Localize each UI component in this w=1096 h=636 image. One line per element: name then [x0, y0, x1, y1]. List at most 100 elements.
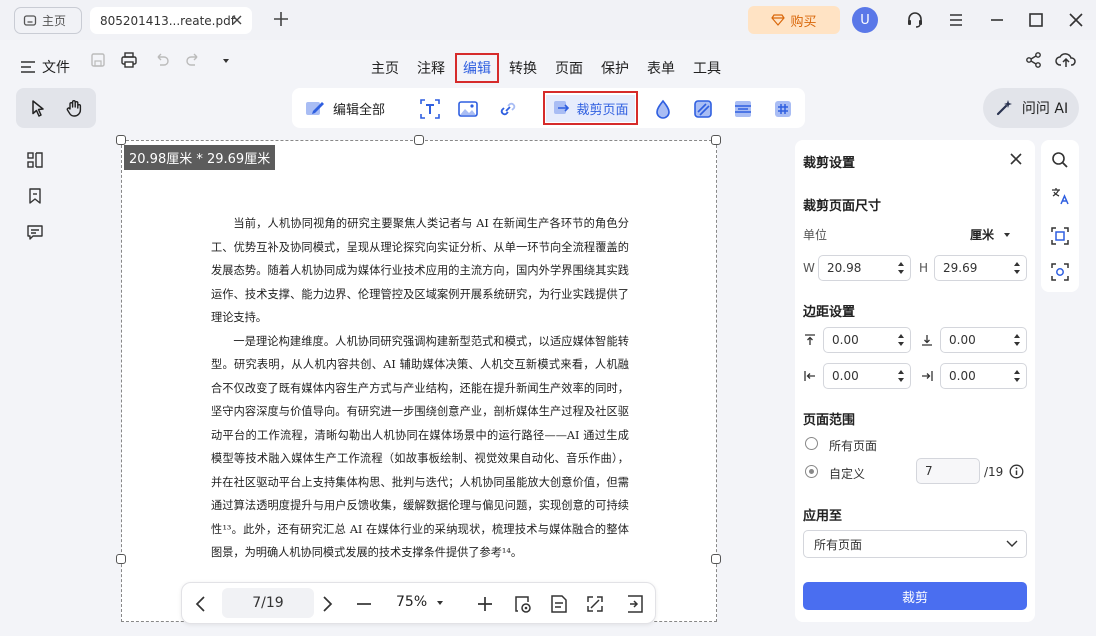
- previous-page-icon[interactable]: [190, 593, 212, 615]
- margin-left-input[interactable]: 0.00: [823, 363, 911, 389]
- crop-settings-panel: 裁剪设置 裁剪页面尺寸 单位 厘米 W 20.98 H 29.69 边距设置 0…: [795, 140, 1035, 622]
- select-arrow-icon[interactable]: [28, 98, 48, 118]
- custom-range-input[interactable]: 7: [916, 458, 980, 484]
- page-layout-icon[interactable]: [548, 593, 570, 615]
- custom-range-radio[interactable]: [805, 465, 818, 478]
- pointer-toolbar: [16, 88, 96, 128]
- margin-right-icon: [920, 369, 934, 383]
- tab-home[interactable]: 主页: [14, 7, 82, 34]
- avatar[interactable]: U: [852, 7, 878, 33]
- margin-left-stepper-icon[interactable]: [897, 368, 905, 384]
- maximize-icon[interactable]: [1026, 10, 1046, 30]
- margin-heading: 边距设置: [803, 305, 856, 320]
- undo-icon[interactable]: [152, 50, 174, 72]
- close-tab-icon[interactable]: [230, 13, 244, 27]
- next-page-icon[interactable]: [316, 593, 338, 615]
- panel-title: 裁剪设置: [803, 156, 856, 171]
- menu-item-5[interactable]: 保护: [593, 53, 637, 83]
- crop-handle-top-left[interactable]: [116, 135, 126, 145]
- width-input[interactable]: 20.98: [818, 255, 911, 281]
- crop-handle-top[interactable]: [414, 135, 424, 145]
- header-footer-icon[interactable]: [732, 98, 754, 120]
- menu-item-4[interactable]: 页面: [547, 53, 591, 83]
- zoom-select[interactable]: 75%: [396, 594, 445, 610]
- translate-icon[interactable]: [1050, 186, 1070, 206]
- add-link-icon[interactable]: [497, 98, 519, 120]
- height-input[interactable]: 29.69: [934, 255, 1027, 281]
- edit-all-label: 编辑全部: [333, 102, 386, 118]
- cloud-upload-icon[interactable]: [1055, 50, 1077, 72]
- new-tab-icon[interactable]: [272, 10, 290, 28]
- headset-icon[interactable]: [905, 10, 925, 30]
- menu-item-6[interactable]: 表单: [639, 53, 683, 83]
- custom-range-value: 7: [925, 464, 933, 478]
- margin-right-stepper-icon[interactable]: [1013, 368, 1021, 384]
- home-icon: [23, 14, 37, 28]
- crop-handle-top-right[interactable]: [711, 135, 721, 145]
- zoom-in-icon[interactable]: [474, 593, 496, 615]
- menu-item-3[interactable]: 转换: [501, 53, 545, 83]
- bookmark-icon[interactable]: [25, 186, 45, 206]
- edit-all-button[interactable]: 编辑全部: [304, 98, 385, 118]
- margin-left-icon: [803, 369, 817, 383]
- hamburger-icon[interactable]: [946, 10, 966, 30]
- crop-page-button[interactable]: 裁剪页面: [543, 91, 638, 125]
- margin-bottom-input[interactable]: 0.00: [940, 327, 1027, 353]
- minimize-icon[interactable]: [987, 10, 1007, 30]
- add-text-icon[interactable]: [419, 98, 441, 120]
- quick-access-dropdown-icon[interactable]: [216, 50, 238, 72]
- unit-select[interactable]: 厘米: [970, 226, 1011, 243]
- zoom-value: 75%: [396, 594, 428, 610]
- ask-ai-button[interactable]: 问问 AI: [983, 88, 1079, 128]
- crop-handle-left[interactable]: [116, 554, 126, 564]
- info-icon[interactable]: [1009, 464, 1024, 479]
- margin-top-input[interactable]: 0.00: [823, 327, 911, 353]
- margin-top-stepper-icon[interactable]: [897, 332, 905, 348]
- tab-document[interactable]: 805201413...reate.pdf: [90, 7, 252, 34]
- save-icon[interactable]: [88, 50, 110, 72]
- tab-document-label: 805201413...reate.pdf: [100, 13, 235, 28]
- search-icon[interactable]: [1050, 150, 1070, 170]
- crop-handle-right[interactable]: [711, 554, 721, 564]
- menu-item-0[interactable]: 主页: [363, 53, 407, 83]
- print-icon[interactable]: [119, 50, 141, 72]
- screenshot-icon[interactable]: [1050, 226, 1070, 246]
- redo-icon[interactable]: [183, 50, 205, 72]
- share-icon[interactable]: [1024, 50, 1046, 72]
- crop-frame[interactable]: [121, 140, 717, 622]
- all-pages-radio[interactable]: [805, 437, 818, 450]
- close-panel-icon[interactable]: [1008, 151, 1024, 167]
- file-menu[interactable]: 文件: [20, 57, 70, 77]
- unit-value: 厘米: [970, 228, 995, 242]
- fit-page-icon[interactable]: [584, 593, 606, 615]
- page-range-heading: 页面范围: [803, 413, 856, 428]
- background-icon[interactable]: [692, 98, 714, 120]
- apply-to-select[interactable]: 所有页面: [803, 530, 1027, 558]
- unit-dropdown-icon: [1003, 231, 1011, 239]
- add-image-icon[interactable]: [457, 98, 479, 120]
- ocr-icon[interactable]: [1050, 262, 1070, 282]
- thumbnails-icon[interactable]: [25, 150, 45, 170]
- page-number-input[interactable]: 7/19: [222, 588, 314, 618]
- margin-bottom-stepper-icon[interactable]: [1013, 332, 1021, 348]
- crop-button[interactable]: 裁剪: [803, 582, 1027, 610]
- zoom-out-icon[interactable]: [353, 593, 375, 615]
- menu-item-7[interactable]: 工具: [685, 53, 729, 83]
- hand-icon[interactable]: [64, 98, 84, 118]
- width-stepper-icon[interactable]: [897, 260, 905, 276]
- bates-number-icon[interactable]: [772, 98, 794, 120]
- title-bar: 主页 805201413...reate.pdf 购买 U: [0, 0, 1096, 40]
- menu-item-1[interactable]: 注释: [409, 53, 453, 83]
- buy-button[interactable]: 购买: [748, 6, 840, 34]
- menu-item-2[interactable]: 编辑: [455, 53, 499, 83]
- margin-right-input[interactable]: 0.00: [940, 363, 1027, 389]
- edit-all-icon: [304, 98, 326, 118]
- comment-icon[interactable]: [25, 222, 45, 242]
- read-mode-icon[interactable]: [512, 593, 534, 615]
- main-menu: 主页 注释 编辑 转换 页面 保护 表单 工具: [362, 53, 730, 83]
- height-stepper-icon[interactable]: [1013, 260, 1021, 276]
- watermark-icon[interactable]: [652, 98, 674, 120]
- chevron-down-icon: [1006, 539, 1018, 549]
- exit-fullscreen-icon[interactable]: [624, 593, 646, 615]
- close-window-icon[interactable]: [1066, 10, 1086, 30]
